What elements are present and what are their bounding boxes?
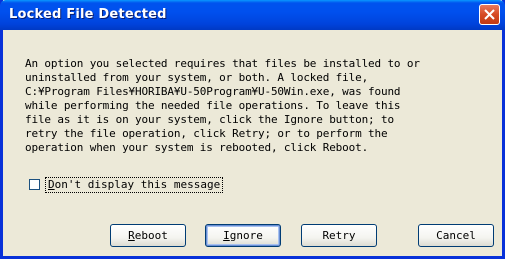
message-text: An option you selected requires that fil… bbox=[25, 57, 505, 155]
message-line: retry the file operation, click Retry; o… bbox=[25, 127, 388, 140]
message-line: while performing the needed file operati… bbox=[25, 99, 401, 112]
ignore-button[interactable]: Ignore bbox=[205, 224, 281, 247]
cancel-button[interactable]: Cancel bbox=[418, 224, 494, 247]
message-line: operation when your system is rebooted, … bbox=[25, 141, 369, 154]
message-line: uninstalled from your system, or both. A… bbox=[25, 71, 369, 84]
message-line: C:¥Program Files¥HORIBA¥U-50Program¥U-50… bbox=[25, 85, 401, 98]
retry-button[interactable]: Retry bbox=[301, 224, 377, 247]
dialog-title: Locked File Detected bbox=[9, 7, 167, 22]
dont-display-checkbox[interactable] bbox=[29, 179, 40, 190]
reboot-mnemonic: R bbox=[128, 229, 135, 242]
ignore-mnemonic: I bbox=[223, 229, 230, 242]
dont-display-label[interactable]: Don't display this message bbox=[45, 177, 224, 193]
title-bar[interactable]: Locked File Detected bbox=[0, 0, 505, 30]
dont-display-label-mnemonic: D bbox=[48, 178, 55, 191]
reboot-label-rest: eboot bbox=[134, 229, 168, 242]
ignore-label-rest: gnore bbox=[229, 229, 263, 242]
locked-file-dialog: Locked File Detected An option you selec… bbox=[0, 0, 505, 259]
dont-display-label-rest: on't display this message bbox=[54, 178, 221, 191]
message-line: An option you selected requires that fil… bbox=[25, 57, 420, 70]
reboot-button[interactable]: Reboot bbox=[110, 224, 186, 247]
close-button[interactable] bbox=[479, 4, 500, 25]
close-x-icon bbox=[484, 9, 495, 20]
message-line: file as it is on your system, click the … bbox=[25, 113, 394, 126]
